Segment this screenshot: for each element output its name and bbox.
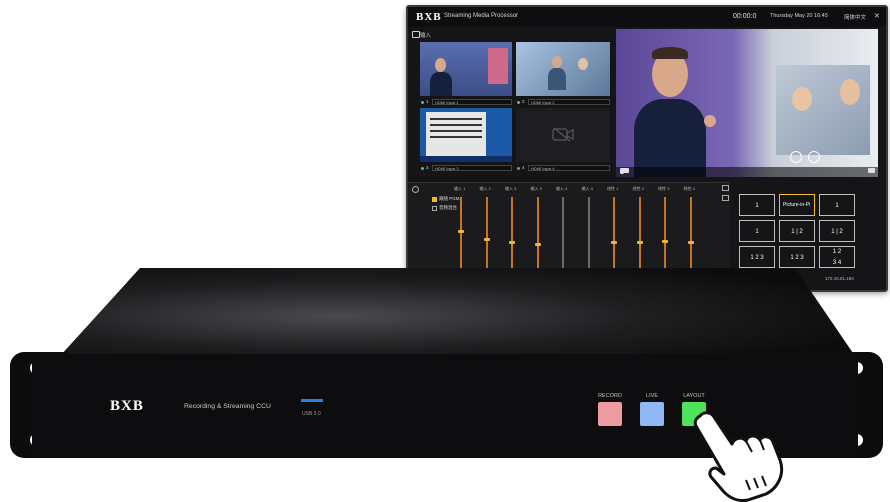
fader-knob[interactable] [534,242,541,246]
input-source-select[interactable]: HDMI Input 4 [528,165,610,171]
input-bar-4: 4 HDMI Input 4 [516,164,610,172]
close-icon[interactable]: ✕ [874,12,880,20]
layout-quad[interactable]: 1 23 4 [819,246,855,268]
live-button-label: LIVE [646,393,658,399]
fader-label: 输入 4 [556,186,568,191]
fader-label: 输入 3 [505,186,517,191]
fader-knob[interactable] [509,241,515,245]
usb-port[interactable] [301,399,323,402]
layout-pip-active[interactable]: Picture-in-Pi [779,194,815,216]
settings-gear-icon[interactable] [412,186,419,193]
layout-button-label: LAYOUT [683,393,705,399]
fader-track[interactable] [511,197,513,271]
input-bar-2: 2 HDMI Input 2 [516,98,610,106]
input-number: 1 [426,99,429,104]
live-button[interactable] [640,402,664,426]
fader-track[interactable] [689,197,692,271]
input-preview-4[interactable] [516,108,610,162]
fader-knob[interactable] [636,241,643,245]
inputs-header: 输入 [420,33,432,39]
panel-toggle-icon[interactable] [722,185,729,191]
fader-label: 线性 1 [607,186,619,191]
fader-label: 线性 4 [683,186,695,191]
active-layout-label: Picture-in-Pi [783,202,811,208]
datetime: Thursday May 20 16:45 [770,13,828,19]
fader-label: 线性 2 [632,186,644,191]
no-signal-camera-icon [552,127,574,142]
fader-label: 输入 3 [530,186,542,191]
fader-track[interactable] [587,197,590,271]
camera-icon[interactable] [868,168,875,173]
input-number: 2 [522,99,525,104]
audio-option-checkbox-1[interactable] [432,197,437,202]
usb-label: USB 3.0 [302,411,321,417]
layout-split-right[interactable]: 1 | 2 [819,220,855,242]
input-number: 3 [426,165,429,170]
record-icon[interactable] [790,151,802,163]
layout-single[interactable]: 1 [739,194,775,216]
input-source-select[interactable]: HDMI Input 3 [432,165,512,171]
layout-side-by-side[interactable]: 1 | 2 [779,220,815,242]
input-preview-1[interactable] [420,42,512,96]
audio-option-label-2: 音频混合 [439,205,457,210]
fader-track[interactable] [536,197,539,271]
fader-label: 线性 3 [658,186,670,191]
signal-dot [517,101,520,104]
program-output-preview[interactable] [616,29,878,177]
record-button[interactable] [598,402,622,426]
fader-knob[interactable] [483,237,490,241]
program-timer: 00:00:0 [733,13,757,20]
signal-dot [421,167,424,170]
panel-toggle-icon[interactable] [722,195,729,201]
fader-label: 输入 4 [581,186,593,191]
fader-track[interactable] [485,197,488,271]
fader-knob[interactable] [687,241,694,245]
fader-track[interactable] [613,197,615,271]
app-title: Streaming Media Processor [444,13,519,19]
layout-pip-corner[interactable]: 1 [819,194,855,216]
layout-multi[interactable]: 1 2 3 [779,246,815,268]
input-source-select[interactable]: HDMI Input 2 [528,99,610,105]
folder-icon [412,31,420,38]
fader-track[interactable] [638,197,641,271]
layout-three[interactable]: 1 2 3 [739,246,775,268]
app-logo: BXB [416,11,442,23]
fader-track[interactable] [562,197,564,271]
keyboard-icon[interactable] [620,168,629,173]
input-bar-1: 1 HDMI Input 1 [420,98,512,106]
monitor-screen: BXB Streaming Media Processor Thursday M… [406,5,888,292]
signal-dot [421,101,424,104]
language-select[interactable]: 简体中文 [844,13,866,21]
pointing-hand-icon [693,411,784,502]
input-preview-2[interactable] [516,42,610,96]
input-preview-3[interactable] [420,108,512,162]
fader-knob[interactable] [662,239,668,243]
title-bar: BXB Streaming Media Processor Thursday M… [408,7,886,27]
device-name: Recording & Streaming CCU [184,403,271,410]
fader-track[interactable] [460,197,462,271]
audio-option-checkbox-2[interactable] [432,206,437,211]
record-button-label: RECORD [598,393,622,399]
fader-knob[interactable] [458,230,464,234]
fader-label: 输入 2 [479,186,491,191]
fader-knob[interactable] [611,241,617,245]
device-top-cover [60,268,855,356]
signal-dot [517,167,520,170]
input-source-select[interactable]: HDMI Input 1 [432,99,512,105]
fader-label: 输入 1 [454,186,466,191]
layout-pip-left[interactable]: 1 [739,220,775,242]
device-logo: BXB [110,398,144,414]
fader-track[interactable] [664,197,666,271]
input-bar-3: 3 HDMI Input 3 [420,164,512,172]
input-number: 4 [522,165,525,170]
audio-option-label-1: 跟随 PGM [439,196,460,201]
snapshot-icon[interactable] [808,151,820,163]
